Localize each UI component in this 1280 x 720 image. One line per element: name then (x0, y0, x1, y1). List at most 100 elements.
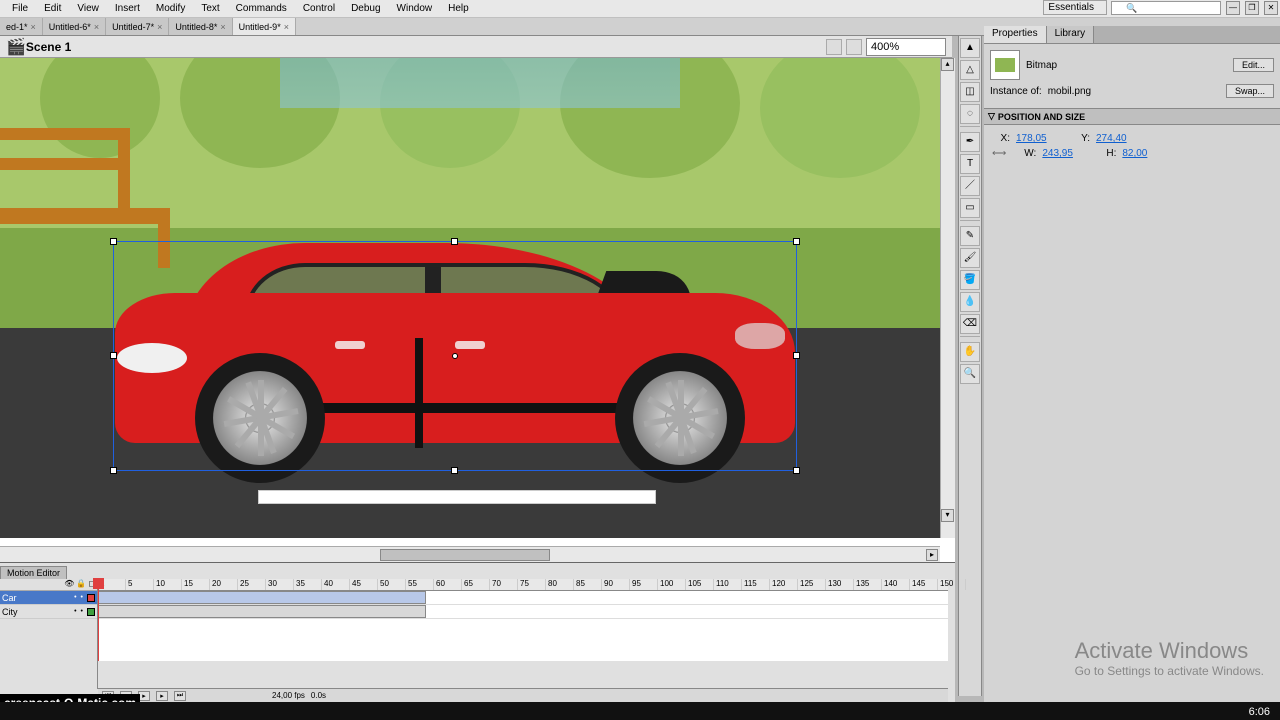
edit-bar: 🎬 Scene 1 (0, 36, 952, 58)
pen-tool[interactable]: ✒ (960, 132, 980, 152)
tab-library[interactable]: Library (1047, 26, 1095, 43)
x-label: X: (992, 133, 1010, 144)
scene-icon: 🎬 (6, 37, 26, 57)
hand-tool[interactable]: ✋ (960, 342, 980, 362)
edit-symbols-icon[interactable] (846, 39, 862, 55)
eraser-tool[interactable]: ⌫ (960, 314, 980, 334)
resize-handle-se[interactable] (793, 467, 800, 474)
workspace-switcher[interactable]: Essentials (1043, 0, 1107, 15)
close-icon[interactable]: × (157, 22, 162, 32)
scroll-up-icon[interactable]: ▴ (941, 58, 954, 71)
layer-car[interactable]: Car •• (0, 591, 97, 605)
tab-untitled-9[interactable]: Untitled-9*× (233, 18, 296, 35)
brush-tool[interactable]: 🖌 (960, 248, 980, 268)
menu-modify[interactable]: Modify (148, 1, 193, 16)
lock-column-icon[interactable]: 🔒 (76, 579, 86, 590)
lasso-tool[interactable]: ◌ (960, 104, 980, 124)
minimize-button[interactable]: — (1226, 1, 1240, 15)
close-icon[interactable]: × (284, 22, 289, 32)
tab-untitled-6[interactable]: Untitled-6*× (43, 18, 106, 35)
subselection-tool[interactable]: △ (960, 60, 980, 80)
rectangle-tool[interactable]: ▭ (960, 198, 980, 218)
frame-span[interactable] (98, 605, 426, 618)
resize-handle-e[interactable] (793, 352, 800, 359)
help-search-input[interactable] (1111, 1, 1221, 15)
tab-properties[interactable]: Properties (984, 26, 1047, 43)
instance-name: mobil.png (1048, 86, 1091, 97)
timeline-frames[interactable] (98, 591, 948, 661)
menu-help[interactable]: Help (440, 1, 477, 16)
tab-untitled-7[interactable]: Untitled-7*× (106, 18, 169, 35)
free-transform-tool[interactable]: ◫ (960, 82, 980, 102)
resize-handle-nw[interactable] (110, 238, 117, 245)
close-icon[interactable]: × (31, 22, 36, 32)
swap-button[interactable]: Swap... (1226, 84, 1274, 98)
timeline-ruler[interactable]: 1510152025303540455055606570758085909510… (98, 579, 948, 591)
x-value[interactable]: 178,05 (1016, 133, 1066, 144)
zoom-input[interactable] (866, 38, 946, 56)
resize-handle-n[interactable] (451, 238, 458, 245)
text-tool[interactable]: T (960, 154, 980, 174)
menu-insert[interactable]: Insert (107, 1, 148, 16)
scroll-right-icon[interactable]: ▸ (926, 549, 938, 561)
resize-handle-sw[interactable] (110, 467, 117, 474)
y-value[interactable]: 274,40 (1096, 133, 1146, 144)
tab-untitled-8[interactable]: Untitled-8*× (169, 18, 232, 35)
frame-row-car[interactable] (98, 591, 948, 605)
edit-button[interactable]: Edit... (1233, 58, 1274, 72)
menu-file[interactable]: File (4, 1, 36, 16)
position-size-header[interactable]: ▽ POSITION AND SIZE (984, 108, 1280, 125)
activate-windows-watermark: Activate Windows Go to Settings to activ… (1075, 638, 1264, 678)
scene-label[interactable]: Scene 1 (26, 40, 71, 54)
tab-ed-1[interactable]: ed-1*× (0, 18, 43, 35)
menu-debug[interactable]: Debug (343, 1, 388, 16)
menu-window[interactable]: Window (389, 1, 441, 16)
menu-commands[interactable]: Commands (228, 1, 295, 16)
timeline-status-bar: ⏮ ◂ ▸ ▸ ⏭ 24,00 fps 0.0s (98, 688, 948, 702)
menu-bar: File Edit View Insert Modify Text Comman… (0, 0, 1280, 18)
eyedropper-tool[interactable]: 💧 (960, 292, 980, 312)
registration-point[interactable] (452, 353, 458, 359)
selection-bounds[interactable] (113, 241, 797, 471)
visibility-column-icon[interactable]: 👁 (64, 579, 74, 590)
taskbar[interactable]: 6:06 (0, 702, 1280, 720)
close-icon[interactable]: × (94, 22, 99, 32)
background-sky (280, 58, 680, 108)
stage[interactable]: ↖ (0, 58, 940, 538)
lock-aspect-icon[interactable]: ⟷ (992, 148, 1006, 159)
h-label: H: (1098, 148, 1116, 159)
layer-list: 👁 🔒 ◻ Car •• City •• (0, 579, 98, 689)
edit-scene-icon[interactable] (826, 39, 842, 55)
instance-of-label: Instance of: (990, 86, 1042, 97)
layer-city[interactable]: City •• (0, 605, 97, 619)
scroll-thumb[interactable] (380, 549, 550, 561)
menu-view[interactable]: View (69, 1, 107, 16)
resize-handle-ne[interactable] (793, 238, 800, 245)
frame-row-city[interactable] (98, 605, 948, 619)
resize-handle-w[interactable] (110, 352, 117, 359)
asset-type-label: Bitmap (1026, 60, 1057, 71)
pencil-tool[interactable]: ✎ (960, 226, 980, 246)
horizontal-scrollbar[interactable]: ▸ (0, 546, 940, 562)
last-frame-button[interactable]: ⏭ (174, 691, 186, 701)
close-icon[interactable]: × (220, 22, 225, 32)
menu-control[interactable]: Control (295, 1, 343, 16)
line-tool[interactable]: ／ (960, 176, 980, 196)
timeline-panel: Motion Editor 👁 🔒 ◻ Car •• City •• 15101… (0, 562, 955, 702)
playhead[interactable] (98, 579, 99, 661)
scroll-down-icon[interactable]: ▾ (941, 509, 954, 522)
selection-tool[interactable]: ▲ (960, 38, 980, 58)
fps-label: 24,00 fps (272, 691, 305, 700)
vertical-scrollbar[interactable]: ▴ ▾ (940, 58, 955, 538)
next-frame-button[interactable]: ▸ (156, 691, 168, 701)
close-button[interactable]: ✕ (1264, 1, 1278, 15)
h-value[interactable]: 82,00 (1122, 148, 1172, 159)
motion-tween-span[interactable] (98, 591, 426, 604)
restore-button[interactable]: ❐ (1245, 1, 1259, 15)
resize-handle-s[interactable] (451, 467, 458, 474)
menu-edit[interactable]: Edit (36, 1, 69, 16)
w-value[interactable]: 243,95 (1042, 148, 1092, 159)
zoom-tool[interactable]: 🔍 (960, 364, 980, 384)
bucket-tool[interactable]: 🪣 (960, 270, 980, 290)
menu-text[interactable]: Text (193, 1, 227, 16)
